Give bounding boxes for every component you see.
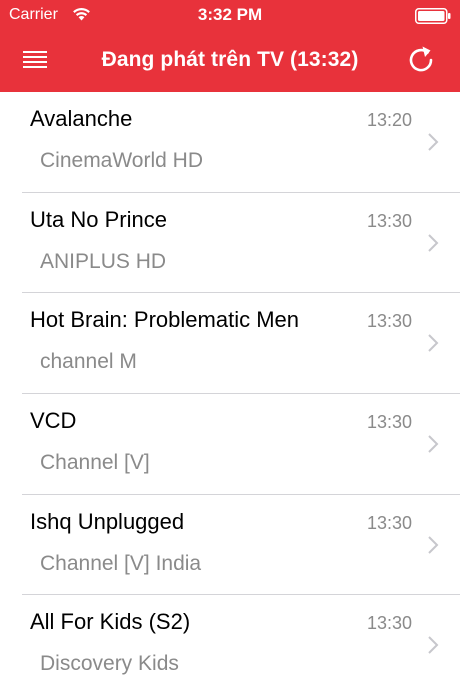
- navigation-bar: Đang phát trên TV (13:32): [0, 32, 460, 92]
- status-time: 3:32 PM: [197, 5, 263, 24]
- program-channel: CinemaWorld HD: [40, 149, 203, 172]
- program-channel: Channel [V]: [40, 451, 150, 475]
- program-channel: ANIPLUS HD: [40, 249, 167, 273]
- chevron-right-icon: [428, 435, 439, 453]
- refresh-icon[interactable]: [406, 43, 436, 75]
- program-channel: Discovery Kids: [40, 652, 179, 676]
- program-time: 13:30: [366, 210, 412, 231]
- program-time: 13:30: [366, 613, 412, 634]
- list-item[interactable]: Avalanche 13:20 CinemaWorld HD: [0, 92, 460, 193]
- list-item[interactable]: Uta No Prince 13:30 ANIPLUS HD: [0, 193, 460, 294]
- program-time: 13:30: [366, 311, 412, 332]
- program-channel: channel M: [40, 350, 137, 374]
- program-time: 13:30: [366, 512, 412, 533]
- program-title: Hot Brain: Problematic Men: [30, 307, 299, 333]
- program-title: Avalanche: [30, 106, 133, 131]
- battery-icon: [415, 8, 451, 24]
- program-list: Avalanche 13:20 CinemaWorld HD Uta No Pr…: [0, 92, 460, 690]
- chevron-right-icon: [428, 233, 439, 252]
- chevron-right-icon: [428, 334, 439, 353]
- page-title: Đang phát trên TV (13:32): [101, 48, 359, 71]
- program-time: 13:30: [366, 412, 412, 433]
- program-channel: Channel [V] India: [40, 551, 202, 575]
- list-item[interactable]: Hot Brain: Problematic Men 13:30 channel…: [0, 293, 460, 394]
- list-item[interactable]: Ishq Unplugged 13:30 Channel [V] India: [0, 495, 460, 596]
- chevron-right-icon: [428, 636, 439, 655]
- program-title: Uta No Prince: [30, 206, 167, 232]
- app-header: Carrier 3:32 PM Đang phát trên TV (13:32…: [0, 0, 460, 92]
- list-item[interactable]: VCD 13:30 Channel [V]: [0, 394, 460, 495]
- list-item[interactable]: All For Kids (S2) 13:30 Discovery Kids: [0, 595, 460, 690]
- chevron-right-icon: [428, 133, 439, 151]
- program-title: VCD: [30, 408, 77, 434]
- chevron-right-icon: [428, 536, 439, 554]
- program-title: Ishq Unplugged: [30, 508, 185, 534]
- program-title: All For Kids (S2): [30, 609, 191, 635]
- program-time: 13:20: [366, 110, 412, 130]
- status-bar: Carrier 3:32 PM: [0, 0, 460, 32]
